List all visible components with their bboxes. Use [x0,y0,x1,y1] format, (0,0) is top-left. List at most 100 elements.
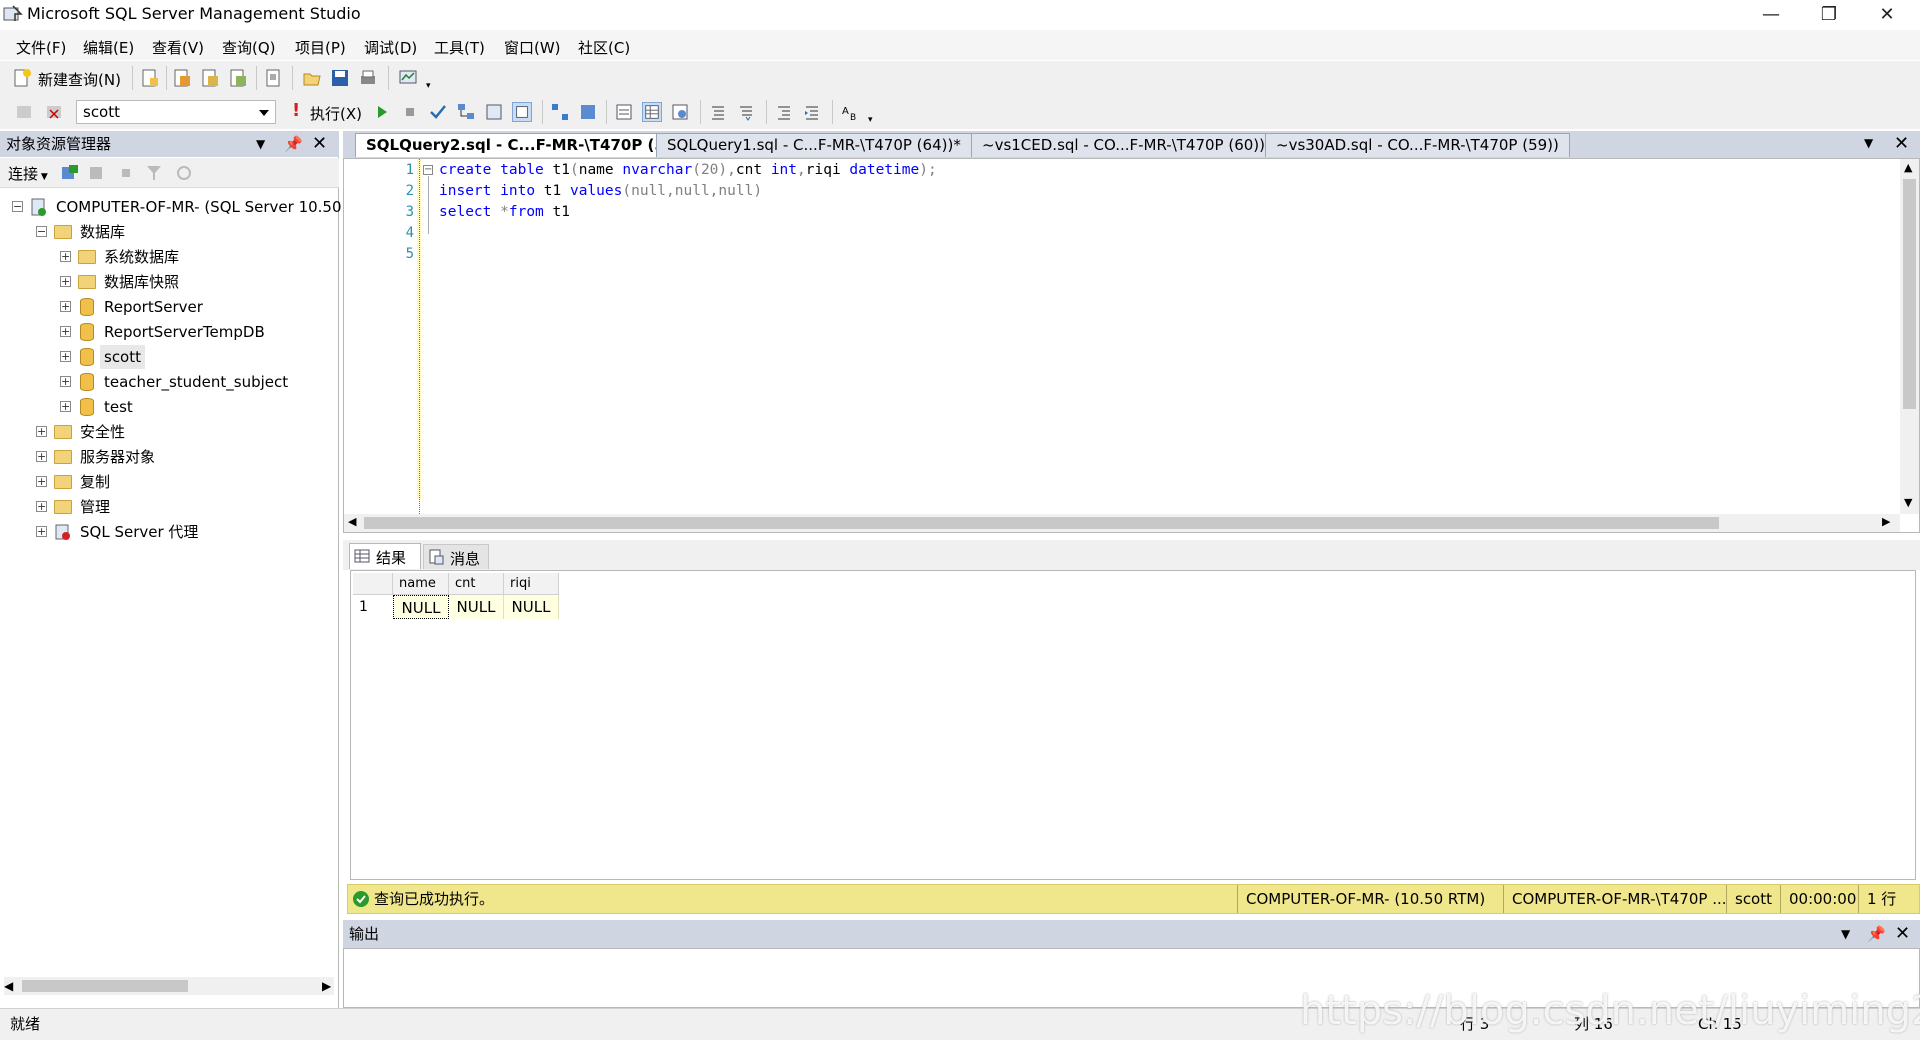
uncomment-icon[interactable] [736,102,756,122]
row-number[interactable]: 1 [353,595,393,619]
menu-tools[interactable]: 工具(T) [434,37,485,58]
expand-icon[interactable]: + [36,526,47,537]
tab-sqlquery2[interactable]: SQLQuery2.sql - C...F-MR-\T470P (57)) [355,133,700,157]
scroll-down-icon[interactable]: ▼ [1904,496,1912,509]
menu-edit[interactable]: 编辑(E) [83,37,134,58]
include-actual-plan-icon[interactable] [550,102,570,122]
specify-template-values-icon[interactable]: AB [840,102,860,122]
expand-icon[interactable]: + [60,351,71,362]
expand-icon[interactable]: + [36,426,47,437]
expand-icon[interactable]: + [60,251,71,262]
editor-vertical-scrollbar[interactable]: ▲ ▼ [1900,159,1919,514]
tab-messages[interactable]: 消息 [423,544,489,569]
fold-collapse-icon[interactable]: − [423,165,433,175]
toolbar-overflow-icon-2[interactable]: ▾ [868,115,873,125]
connect-object-explorer-icon[interactable] [60,163,80,183]
expand-icon[interactable]: + [60,276,71,287]
results-grid[interactable]: name cnt riqi 1 NULL NULL NULL [350,570,1916,880]
xmla-query-icon[interactable] [228,68,248,88]
grid-cell[interactable]: NULL [393,595,449,619]
menu-file[interactable]: 文件(F) [16,37,66,58]
analysis-query-icon[interactable] [172,68,192,88]
editor-horizontal-scrollbar[interactable]: ◀ ▶ [344,514,1900,532]
scroll-right-icon[interactable]: ▶ [1882,515,1890,528]
horizontal-scrollbar[interactable]: ◀ ▶ [4,977,334,995]
cancel-query-icon[interactable] [400,102,420,122]
toolbar-overflow-icon[interactable]: ▾ [426,81,434,91]
mdx-query-icon[interactable] [200,68,220,88]
column-header[interactable]: riqi [504,573,559,595]
stop-icon[interactable] [116,163,136,183]
database-selector[interactable]: scott [76,100,276,124]
results-to-grid-icon[interactable] [642,102,662,122]
tab-vs30ad[interactable]: ~vs30AD.sql - CO...F-MR-\T470P (59)) [1265,133,1570,157]
sql-ce-query-icon[interactable] [264,68,284,88]
execute-button[interactable]: 执行(X) [310,103,362,124]
display-estimated-plan-icon[interactable] [456,102,476,122]
collapse-icon[interactable]: − [36,226,47,237]
panel-menu-icon[interactable]: ▼ [256,131,265,157]
parse-icon[interactable] [428,102,448,122]
options-icon[interactable] [512,102,532,122]
connect-icon[interactable] [14,102,34,122]
change-connection-icon[interactable] [44,102,64,122]
scroll-left-icon[interactable]: ◀ [4,979,13,993]
client-statistics-icon[interactable] [578,102,598,122]
scrollbar-thumb[interactable] [364,517,1719,529]
results-to-text-icon[interactable] [614,102,634,122]
expand-icon[interactable]: + [36,476,47,487]
column-header[interactable]: name [393,573,449,595]
pin-icon[interactable]: 📌 [1867,920,1886,948]
refresh-icon[interactable] [174,163,194,183]
scroll-right-icon[interactable]: ▶ [322,979,331,993]
tab-sqlquery1[interactable]: SQLQuery1.sql - C...F-MR-\T470P (64))* [656,133,972,157]
menu-community[interactable]: 社区(C) [578,37,630,58]
scroll-up-icon[interactable]: ▲ [1904,161,1912,174]
menu-debug[interactable]: 调试(D) [364,37,417,58]
expand-icon[interactable]: + [36,451,47,462]
query-designer-icon[interactable] [484,102,504,122]
activity-monitor-icon[interactable] [398,68,418,88]
print-icon[interactable] [358,68,378,88]
scrollbar-thumb[interactable] [22,980,188,992]
expand-icon[interactable]: + [60,301,71,312]
tab-list-icon[interactable]: ▼ [1864,136,1873,150]
increase-indent-icon[interactable] [802,102,822,122]
menu-query[interactable]: 查询(Q) [222,37,276,58]
debug-icon[interactable] [372,102,392,122]
grid-cell[interactable]: NULL [449,595,504,619]
close-panel-icon[interactable]: ✕ [312,131,327,157]
grid-cell[interactable]: NULL [504,595,559,619]
save-icon[interactable] [330,68,350,88]
database-engine-query-icon[interactable] [140,68,160,88]
expand-icon[interactable]: + [60,326,71,337]
restore-button[interactable]: ❐ [1800,0,1858,29]
sql-editor[interactable]: − 1 2 3 4 5 create table t1(name nvarcha… [343,158,1920,533]
close-panel-icon[interactable]: ✕ [1895,920,1910,948]
comment-icon[interactable] [708,102,728,122]
close-tab-icon[interactable]: ✕ [1894,133,1909,154]
tab-results[interactable]: 结果 [349,543,421,569]
tab-vs1ced[interactable]: ~vs1CED.sql - CO...F-MR-\T470P (60)) [971,133,1277,157]
filter-icon[interactable] [144,163,164,183]
minimize-button[interactable]: — [1742,0,1800,29]
close-window-button[interactable]: ✕ [1858,0,1916,29]
collapse-icon[interactable]: − [12,201,23,212]
new-query-button[interactable]: 新建查询(N) [38,69,121,90]
menu-window[interactable]: 窗口(W) [504,37,561,58]
menu-project[interactable]: 项目(P) [295,37,346,58]
disconnect-icon[interactable] [88,163,108,183]
expand-icon[interactable]: + [36,501,47,512]
menu-view[interactable]: 查看(V) [152,37,204,58]
expand-icon[interactable]: + [60,376,71,387]
results-to-file-icon[interactable] [670,102,690,122]
column-header[interactable]: cnt [449,573,504,595]
decrease-indent-icon[interactable] [774,102,794,122]
pin-icon[interactable]: 📌 [284,131,303,157]
scrollbar-thumb[interactable] [1903,179,1916,409]
panel-menu-icon[interactable]: ▼ [1841,920,1850,948]
connect-button[interactable]: 连接 ▼ [8,163,48,184]
scroll-left-icon[interactable]: ◀ [348,515,356,528]
expand-icon[interactable]: + [60,401,71,412]
open-file-icon[interactable] [302,68,322,88]
